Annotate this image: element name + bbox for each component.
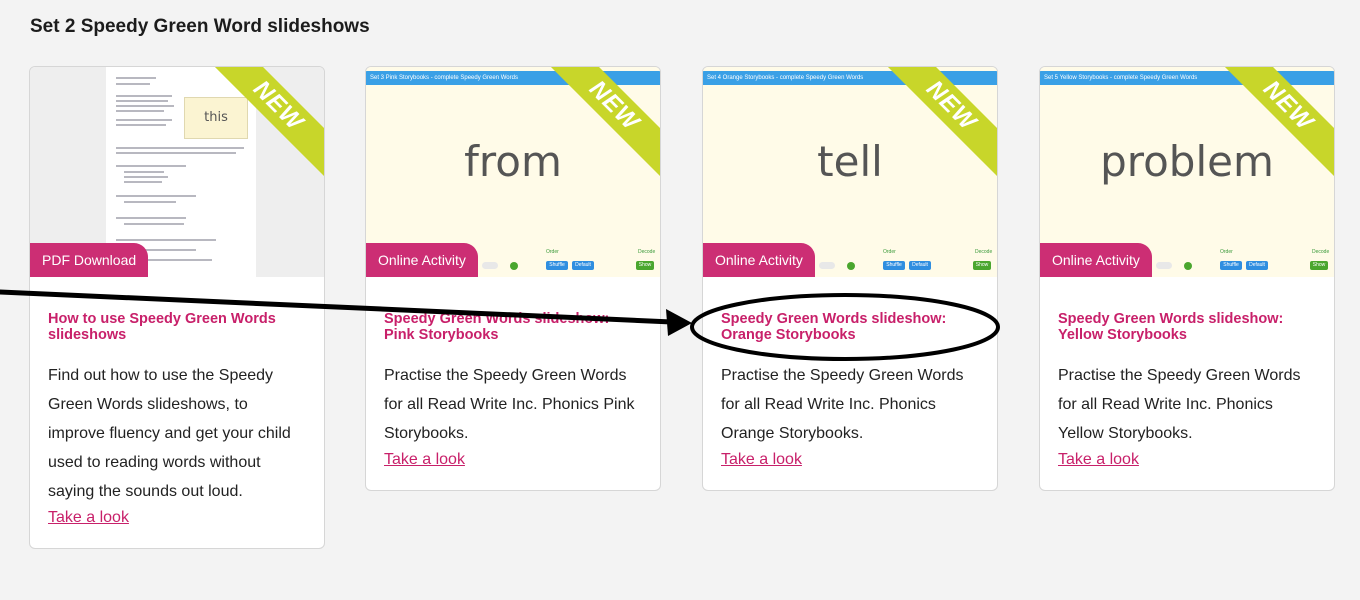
take-a-look-link[interactable]: Take a look [48, 508, 129, 528]
card-description: Practise the Speedy Green Words for all … [1058, 367, 1301, 442]
take-a-look-link[interactable]: Take a look [384, 450, 465, 470]
badge-online-activity: Online Activity [366, 243, 478, 277]
card-description: Find out how to use the Speedy Green Wor… [48, 367, 291, 500]
resource-card-how-to[interactable]: this NEW PDF Download How to use Speedy … [29, 66, 325, 549]
card-thumbnail[interactable]: Set 4 Orange Storybooks - complete Speed… [703, 67, 997, 277]
take-a-look-link[interactable]: Take a look [721, 450, 802, 470]
card-thumbnail[interactable]: this NEW PDF Download [30, 67, 324, 277]
card-thumbnail[interactable]: Set 5 Yellow Storybooks - complete Speed… [1040, 67, 1334, 277]
new-ribbon: NEW [1224, 67, 1334, 177]
badge-online-activity: Online Activity [703, 243, 815, 277]
badge-pdf-download: PDF Download [30, 243, 149, 277]
card-title[interactable]: Speedy Green Words slideshow: Orange Sto… [721, 311, 979, 343]
take-a-look-link[interactable]: Take a look [1058, 450, 1139, 470]
card-title[interactable]: How to use Speedy Green Words slideshows [48, 311, 306, 343]
content-panel: Set 2 Speedy Green Word slideshows this [0, 0, 1360, 600]
card-title[interactable]: Speedy Green Words slideshow: Pink Story… [384, 311, 642, 343]
resource-card-pink[interactable]: Set 3 Pink Storybooks - complete Speedy … [365, 66, 661, 491]
card-title[interactable]: Speedy Green Words slideshow: Yellow Sto… [1058, 311, 1316, 343]
card-thumbnail[interactable]: Set 3 Pink Storybooks - complete Speedy … [366, 67, 660, 277]
new-ribbon: NEW [887, 67, 997, 177]
new-ribbon: NEW [550, 67, 660, 177]
badge-online-activity: Online Activity [1040, 243, 1152, 277]
resource-card-orange[interactable]: Set 4 Orange Storybooks - complete Speed… [702, 66, 998, 491]
new-ribbon: NEW [214, 67, 324, 177]
card-description: Practise the Speedy Green Words for all … [721, 367, 964, 442]
resource-card-yellow[interactable]: Set 5 Yellow Storybooks - complete Speed… [1039, 66, 1335, 491]
card-description: Practise the Speedy Green Words for all … [384, 367, 635, 442]
section-title: Set 2 Speedy Green Word slideshows [30, 16, 370, 37]
